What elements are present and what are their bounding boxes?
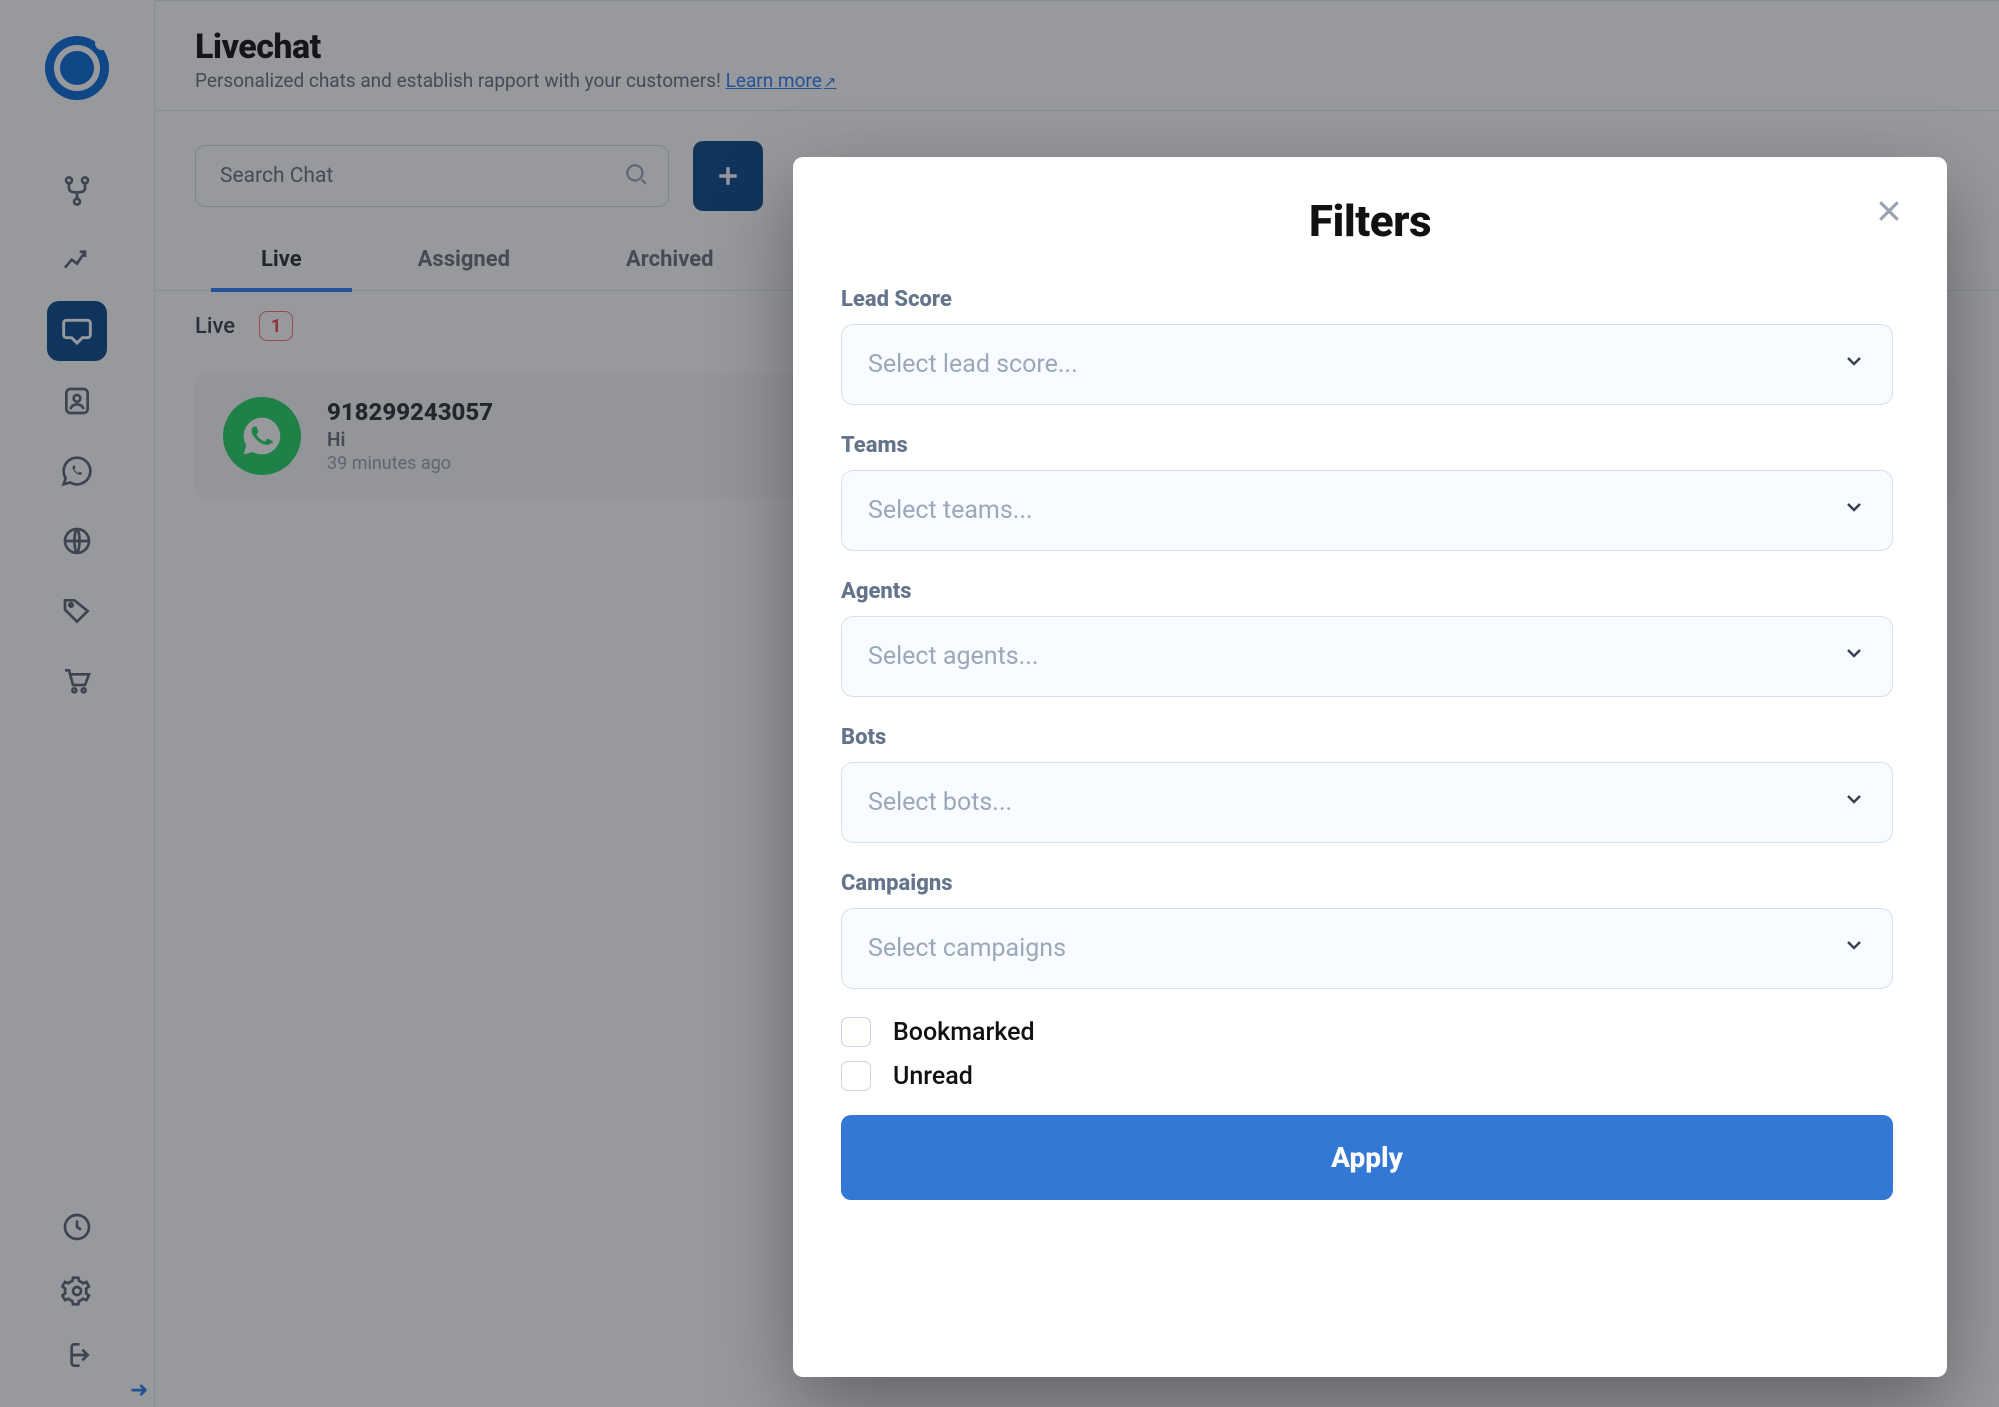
bots-select[interactable]: Select bots... (841, 762, 1893, 843)
chevron-down-icon (1842, 787, 1866, 818)
checkbox-label: Unread (893, 1062, 973, 1091)
teams-select[interactable]: Select teams... (841, 470, 1893, 551)
filter-label: Lead Score (841, 287, 1893, 312)
filter-label: Teams (841, 433, 1893, 458)
apply-button[interactable]: Apply (841, 1115, 1893, 1200)
modal-title: Filters (841, 195, 1899, 247)
chevron-down-icon (1842, 349, 1866, 380)
select-placeholder: Select teams... (868, 496, 1033, 525)
checkbox-row-unread: Unread (841, 1061, 1893, 1091)
chevron-down-icon (1842, 933, 1866, 964)
select-placeholder: Select agents... (868, 642, 1038, 671)
chevron-down-icon (1842, 641, 1866, 672)
close-button[interactable] (1869, 191, 1909, 231)
filter-group-campaigns: Campaigns Select campaigns (841, 871, 1893, 989)
filter-group-agents: Agents Select agents... (841, 579, 1893, 697)
filter-group-lead-score: Lead Score Select lead score... (841, 287, 1893, 405)
filters-modal: Filters Lead Score Select lead score... … (793, 157, 1947, 1377)
checkbox-row-bookmarked: Bookmarked (841, 1017, 1893, 1047)
select-placeholder: Select lead score... (868, 350, 1078, 379)
bookmarked-checkbox[interactable] (841, 1017, 871, 1047)
chevron-down-icon (1842, 495, 1866, 526)
filter-label: Campaigns (841, 871, 1893, 896)
filter-label: Agents (841, 579, 1893, 604)
agents-select[interactable]: Select agents... (841, 616, 1893, 697)
filter-group-bots: Bots Select bots... (841, 725, 1893, 843)
campaigns-select[interactable]: Select campaigns (841, 908, 1893, 989)
lead-score-select[interactable]: Select lead score... (841, 324, 1893, 405)
unread-checkbox[interactable] (841, 1061, 871, 1091)
select-placeholder: Select campaigns (868, 934, 1066, 963)
filter-group-teams: Teams Select teams... (841, 433, 1893, 551)
filter-label: Bots (841, 725, 1893, 750)
select-placeholder: Select bots... (868, 788, 1012, 817)
modal-body: Lead Score Select lead score... Teams Se… (841, 287, 1899, 1329)
checkbox-label: Bookmarked (893, 1018, 1035, 1047)
